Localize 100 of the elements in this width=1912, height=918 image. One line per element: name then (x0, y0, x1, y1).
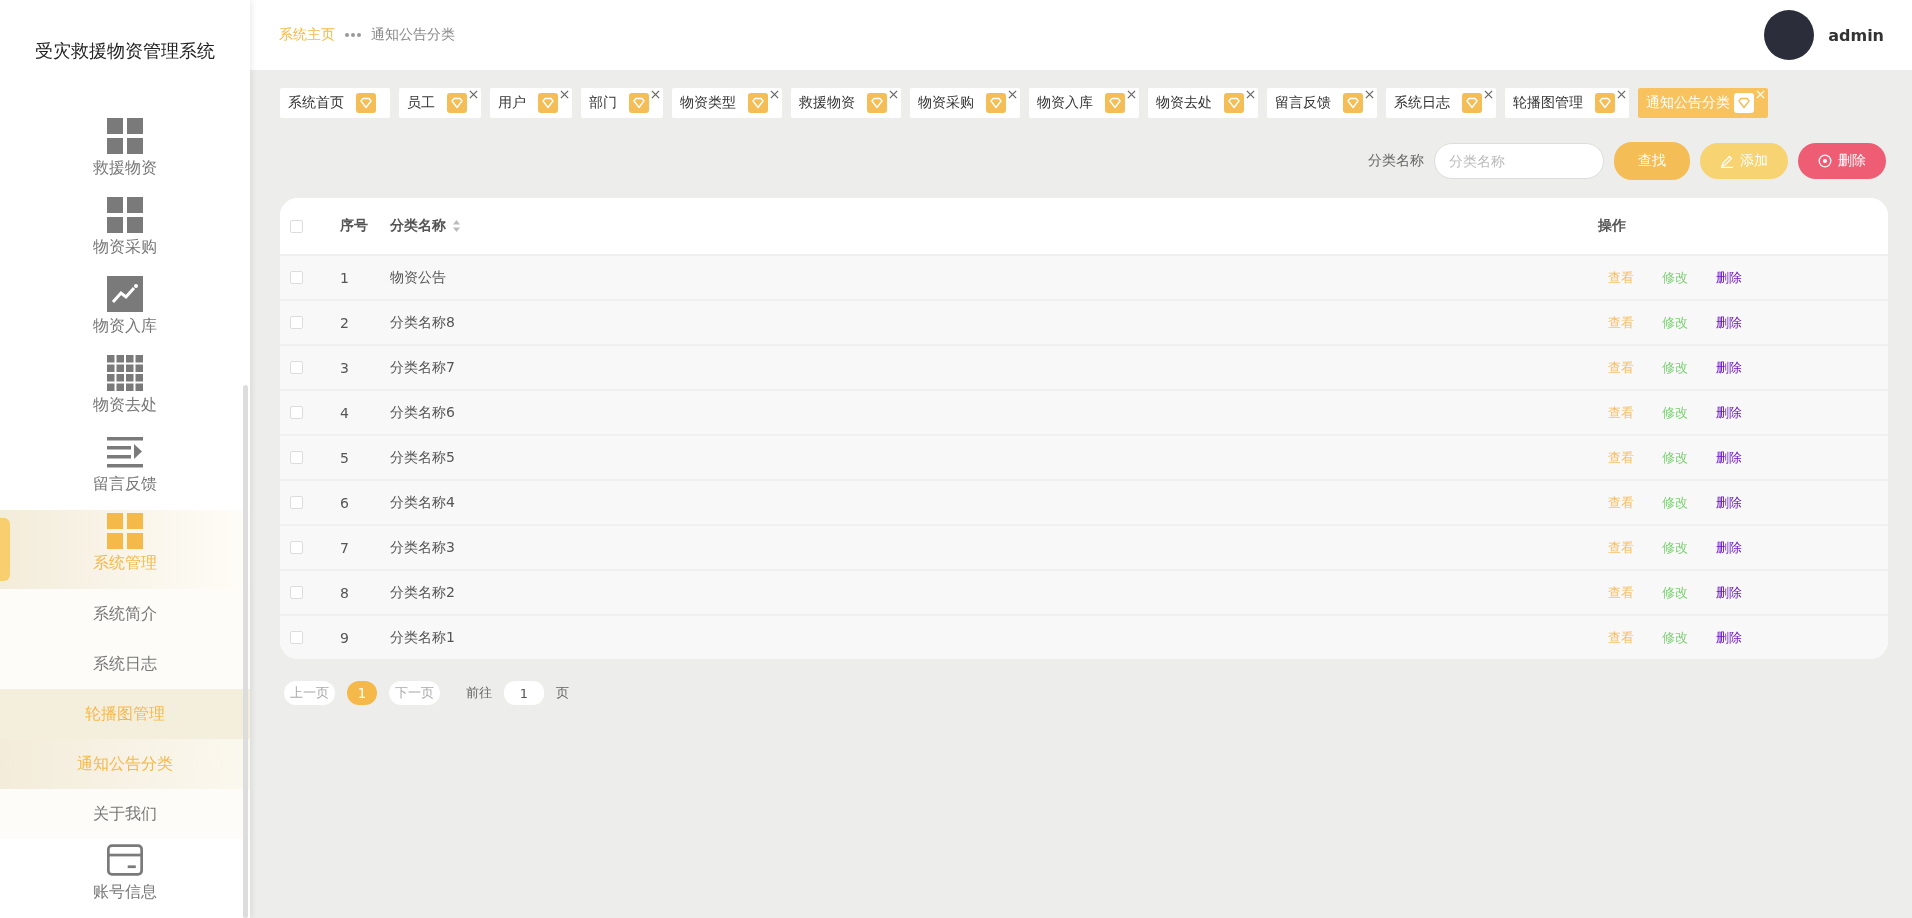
table-cell-text: 5 (340, 449, 350, 466)
delete-link[interactable]: 删除 (1716, 313, 1742, 332)
table-cell-text: 分类名称4 (390, 493, 456, 512)
grid-icon (107, 513, 143, 549)
close-icon[interactable] (1246, 90, 1255, 99)
gem-icon (356, 93, 376, 113)
circle-dot-icon (1818, 154, 1832, 168)
table-cell-text: 2 (340, 314, 350, 331)
list-icon (107, 434, 143, 470)
table-cell-text: 6 (340, 494, 350, 511)
tab[interactable]: 用户 (490, 88, 572, 118)
checkbox[interactable] (290, 219, 303, 233)
gem-icon (447, 93, 467, 113)
nav-item[interactable]: 留言反馈 (0, 431, 250, 510)
grid-icon (107, 355, 143, 391)
submenu-item[interactable]: 系统简介 (0, 589, 250, 639)
gem-icon (538, 93, 558, 113)
close-icon[interactable] (560, 90, 569, 99)
delete-link[interactable]: 删除 (1716, 448, 1742, 467)
delete-button[interactable]: 删除 (1798, 143, 1886, 179)
gem-icon (986, 93, 1006, 113)
checkbox[interactable] (290, 496, 303, 509)
checkbox[interactable] (290, 631, 303, 644)
close-icon[interactable] (1365, 90, 1374, 99)
scrollbar[interactable] (243, 385, 248, 918)
gem-icon (1734, 93, 1754, 113)
table-cell-text: 物资公告 (390, 268, 447, 287)
gem-icon (1462, 93, 1482, 113)
delete-link[interactable]: 删除 (1716, 268, 1742, 287)
submenu-item[interactable]: 关于我们 (0, 789, 250, 839)
gem-icon (1595, 93, 1615, 113)
search-field[interactable]: 分类名称 (1434, 143, 1604, 179)
delete-link[interactable]: 删除 (1716, 403, 1742, 422)
delete-link[interactable]: 删除 (1716, 493, 1742, 512)
checkbox[interactable] (290, 541, 303, 554)
table-cell-text: 分类名称8 (390, 313, 456, 332)
delete-link[interactable]: 删除 (1716, 583, 1742, 602)
close-icon[interactable] (1484, 90, 1493, 99)
gem-icon (867, 93, 887, 113)
tab[interactable]: 部门 (581, 88, 663, 118)
page-suffix: 页 (556, 684, 569, 702)
nav-item[interactable]: 物资采购 (0, 194, 250, 273)
avatar[interactable] (1764, 10, 1815, 60)
delete-link[interactable]: 删除 (1716, 538, 1742, 557)
table-cell-text: 分类名称3 (390, 538, 456, 557)
tab[interactable]: 物资去处 (1148, 88, 1258, 118)
card-icon (107, 842, 143, 878)
grid-icon (107, 197, 143, 233)
app-title: 受灾救援物资管理系统 (35, 38, 215, 63)
checkbox[interactable] (290, 451, 303, 464)
search-label: 分类名称 (1368, 152, 1424, 170)
close-icon[interactable] (469, 90, 478, 99)
gem-icon (1224, 93, 1244, 113)
tab[interactable]: 物资采购 (910, 88, 1020, 118)
nav-item[interactable]: 物资入库 (0, 273, 250, 352)
gem-icon (1105, 93, 1125, 113)
table-cell-text: 分类名称1 (390, 628, 456, 647)
tab[interactable]: 救援物资 (791, 88, 901, 118)
close-icon[interactable] (770, 90, 779, 99)
page-input[interactable]: 1 (504, 681, 544, 705)
delete-link[interactable]: 删除 (1716, 628, 1742, 647)
username: admin (1828, 25, 1884, 45)
tab[interactable]: 员工 (399, 88, 481, 118)
nav-item[interactable]: 救援物资 (0, 115, 250, 194)
checkbox[interactable] (290, 316, 303, 329)
active-indicator (0, 518, 10, 581)
close-icon[interactable] (1008, 90, 1017, 99)
close-icon[interactable] (1127, 90, 1136, 99)
tab[interactable]: 系统首页 (280, 88, 390, 118)
column-header[interactable]: 分类名称 (390, 217, 461, 235)
tab[interactable]: 物资类型 (672, 88, 782, 118)
close-icon[interactable] (889, 90, 898, 99)
nav-item[interactable]: 物资去处 (0, 352, 250, 431)
tab[interactable]: 轮播图管理 (1505, 88, 1629, 118)
breadcrumb-item: 通知公告分类 (371, 26, 455, 44)
tab[interactable]: 系统日志 (1386, 88, 1496, 118)
delete-link[interactable]: 删除 (1716, 358, 1742, 377)
column-header: 操作 (1598, 217, 1626, 235)
tab[interactable]: 物资入库 (1029, 88, 1139, 118)
gem-icon (748, 93, 768, 113)
table-cell-text: 1 (340, 269, 350, 286)
checkbox[interactable] (290, 406, 303, 419)
close-icon[interactable] (1617, 90, 1626, 99)
checkbox[interactable] (290, 271, 303, 284)
table-cell-text: 8 (340, 584, 350, 601)
ellipsis-icon (345, 33, 361, 37)
grid-icon (107, 118, 143, 154)
checkbox[interactable] (290, 361, 303, 374)
sort-icon[interactable] (452, 219, 461, 233)
nav-item[interactable]: 账号信息 (0, 839, 250, 918)
gem-icon (629, 93, 649, 113)
pencil-icon (1720, 154, 1734, 168)
table-cell-text: 分类名称6 (390, 403, 456, 422)
table-cell-text: 9 (340, 629, 350, 646)
table-cell-text: 分类名称7 (390, 358, 456, 377)
submenu-item[interactable]: 系统日志 (0, 639, 250, 689)
table-cell-text: 分类名称2 (390, 583, 456, 602)
checkbox[interactable] (290, 586, 303, 599)
close-icon[interactable] (651, 90, 660, 99)
tab[interactable]: 留言反馈 (1267, 88, 1377, 118)
